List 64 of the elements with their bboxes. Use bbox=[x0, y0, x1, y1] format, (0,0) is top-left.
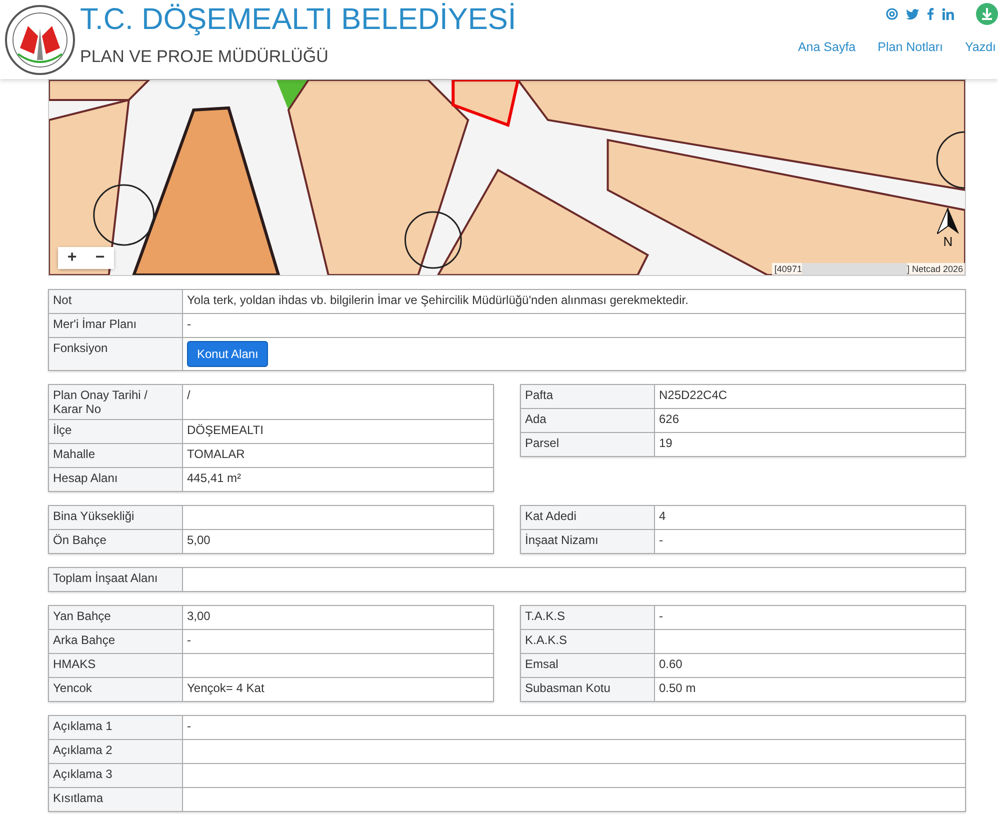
field-value: - bbox=[182, 716, 966, 740]
north-label: N bbox=[943, 234, 953, 249]
map-attribution: ] Netcad 2026 bbox=[906, 264, 963, 274]
site-subtitle: PLAN VE PROJE MÜDÜRLÜĞÜ bbox=[80, 47, 330, 67]
field-label: Kısıtlama bbox=[48, 788, 182, 812]
field-value: 445,41 m² bbox=[182, 468, 494, 492]
field-label: Pafta bbox=[520, 384, 654, 408]
field-label: Mer'i İmar Planı bbox=[48, 314, 182, 338]
field-value: - bbox=[182, 314, 966, 338]
nav-link[interactable]: Plan Notları bbox=[878, 40, 943, 54]
field-label: Yan Bahçe bbox=[48, 606, 182, 630]
twitter-icon[interactable] bbox=[906, 8, 919, 20]
field-value: 4 bbox=[654, 506, 966, 530]
field-value: 3,00 bbox=[182, 606, 494, 630]
map-attribution: [40971 bbox=[774, 264, 802, 274]
download-icon[interactable] bbox=[976, 3, 998, 25]
field-label: HMAKS bbox=[48, 654, 182, 678]
field-label: İlçe bbox=[48, 420, 182, 444]
municipality-logo bbox=[4, 4, 76, 76]
zoom-out-button[interactable]: − bbox=[86, 247, 114, 269]
field-label: İnşaat Nizamı bbox=[520, 530, 654, 554]
field-label: Toplam İnşaat Alanı bbox=[48, 568, 182, 592]
field-value: N25D22C4C bbox=[654, 384, 966, 408]
field-label: Ada bbox=[520, 408, 654, 432]
field-label: K.A.K.S bbox=[520, 630, 654, 654]
field-value: - bbox=[654, 606, 966, 630]
field-label: Plan Onay Tarihi / Karar No bbox=[48, 384, 182, 420]
zoom-in-button[interactable]: + bbox=[58, 247, 86, 269]
field-value: Yola terk, yoldan ihdas vb. bilgilerin İmar ve Şehircilik Müdürlüğü'nden alınması gerekmektedir. bbox=[182, 290, 966, 314]
field-label: T.A.K.S bbox=[520, 606, 654, 630]
field-value: - bbox=[654, 530, 966, 554]
field-label: Arka Bahçe bbox=[48, 630, 182, 654]
field-label: Kat Adedi bbox=[520, 506, 654, 530]
field-value: Yençok= 4 Kat bbox=[182, 678, 494, 702]
function-button[interactable]: Konut Alanı bbox=[187, 341, 268, 367]
field-label: Emsal bbox=[520, 654, 654, 678]
field-label: Açıklama 2 bbox=[48, 740, 182, 764]
field-label: Açıklama 1 bbox=[48, 716, 182, 740]
field-label: Bina Yüksekliği bbox=[48, 506, 182, 530]
field-value: / bbox=[182, 384, 494, 420]
facebook-icon[interactable] bbox=[927, 8, 934, 20]
site-title: T.C. DÖŞEMEALTI BELEDİYESİ bbox=[80, 2, 518, 38]
field-value: 0.60 bbox=[654, 654, 966, 678]
linkedin-icon[interactable] bbox=[942, 8, 954, 20]
zoning-map[interactable]: + − N [40971 ] Netcad 2026 bbox=[48, 79, 966, 276]
field-label: Ön Bahçe bbox=[48, 530, 182, 554]
field-value: DÖŞEMEALTI bbox=[182, 420, 494, 444]
field-label: Yencok bbox=[48, 678, 182, 702]
field-label: Fonksiyon bbox=[48, 338, 182, 370]
field-value: 0.50 m bbox=[654, 678, 966, 702]
field-label: Not bbox=[48, 290, 182, 314]
field-label: Hesap Alanı bbox=[48, 468, 182, 492]
field-value: TOMALAR bbox=[182, 444, 494, 468]
field-label: Subasman Kotu bbox=[520, 678, 654, 702]
field-value: 19 bbox=[654, 432, 966, 456]
field-label: Mahalle bbox=[48, 444, 182, 468]
north-arrow-icon bbox=[937, 208, 959, 234]
field-value: 626 bbox=[654, 408, 966, 432]
nav-link[interactable]: Ana Sayfa bbox=[798, 40, 856, 54]
field-value: 5,00 bbox=[182, 530, 494, 554]
nav-link[interactable]: Yazdı bbox=[964, 40, 996, 54]
field-label: Parsel bbox=[520, 432, 654, 456]
field-value: - bbox=[182, 630, 494, 654]
field-label: Açıklama 3 bbox=[48, 764, 182, 788]
